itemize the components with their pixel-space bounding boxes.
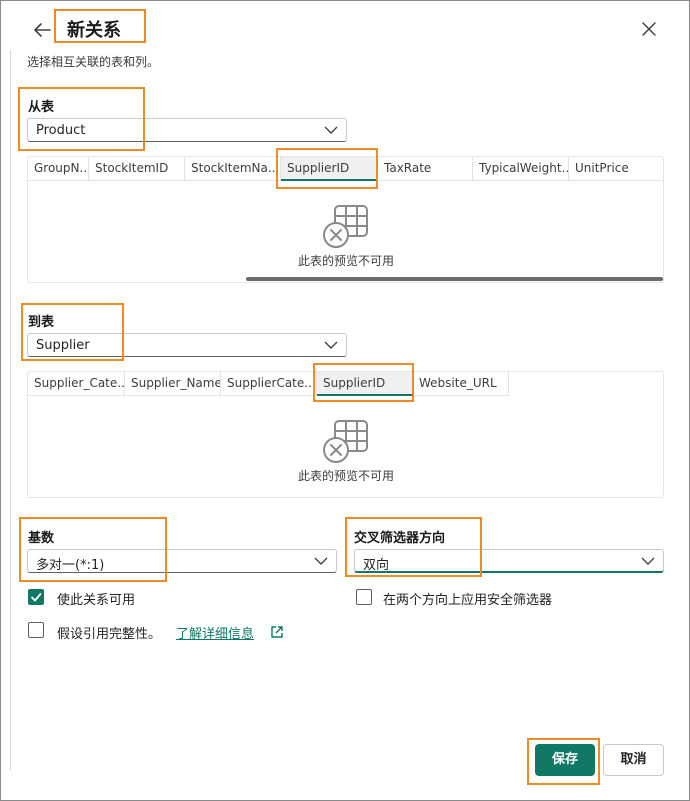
column-header[interactable]: Supplier_Name — [125, 372, 221, 396]
close-button[interactable] — [638, 18, 660, 40]
make-active-label: 使此关系可用 — [57, 593, 136, 608]
security-filter-checkbox[interactable] — [356, 589, 372, 605]
close-icon — [642, 22, 656, 36]
left-divider — [10, 50, 11, 770]
to-table-label: 到表 — [28, 315, 55, 330]
column-header[interactable]: Website_URL — [413, 372, 509, 396]
column-header[interactable]: Supplier_Cate... — [28, 372, 125, 396]
column-header[interactable]: TypicalWeight... — [473, 157, 569, 181]
back-button[interactable] — [30, 18, 54, 42]
column-header[interactable]: SupplierCate... — [221, 372, 317, 396]
column-header[interactable]: UnitPrice — [569, 157, 663, 181]
referential-integrity-checkbox[interactable] — [28, 622, 44, 638]
column-header-selected[interactable]: SupplierID — [317, 372, 413, 396]
from-table-value: Product — [36, 123, 86, 138]
from-table-label: 从表 — [28, 100, 55, 115]
referential-integrity-label: 假设引用完整性。 — [57, 627, 162, 642]
cross-filter-label: 交叉筛选器方向 — [354, 531, 446, 546]
chevron-down-icon — [314, 557, 328, 565]
to-table-value: Supplier — [36, 338, 90, 353]
security-filter-label: 在两个方向上应用安全筛选器 — [383, 593, 553, 608]
save-button[interactable]: 保存 — [535, 744, 595, 776]
from-table-dropdown[interactable]: Product — [27, 118, 347, 142]
from-table-preview: GroupN... StockItemID StockItemNa... Sup… — [27, 156, 664, 283]
dialog-subtitle: 选择相互关联的表和列。 — [27, 55, 160, 69]
to-table-preview: Supplier_Cate... Supplier_Name SupplierC… — [27, 371, 664, 498]
table-unavailable-icon — [323, 420, 368, 463]
cancel-button[interactable]: 取消 — [603, 744, 664, 776]
preview-unavailable-text: 此表的预览不可用 — [298, 469, 395, 483]
cardinality-dropdown[interactable]: 多对一(*:1) — [27, 549, 337, 573]
cross-filter-dropdown[interactable]: 双向 — [354, 549, 664, 573]
arrow-left-icon — [34, 23, 51, 37]
checkmark-icon — [31, 593, 42, 602]
cardinality-value: 多对一(*:1) — [36, 558, 105, 573]
external-link-icon[interactable] — [270, 625, 284, 639]
from-column-headers: GroupN... StockItemID StockItemNa... Sup… — [28, 157, 663, 181]
column-header[interactable]: StockItemNa... — [185, 157, 281, 181]
chevron-down-icon — [324, 341, 338, 349]
column-header-selected[interactable]: SupplierID — [281, 157, 378, 181]
column-header[interactable]: TaxRate — [378, 157, 473, 181]
to-table-dropdown[interactable]: Supplier — [27, 333, 347, 357]
table-unavailable-icon — [323, 205, 368, 248]
chevron-down-icon — [641, 557, 655, 565]
learn-more-link[interactable]: 了解详细信息 — [176, 623, 254, 642]
cross-filter-value: 双向 — [363, 558, 390, 573]
horizontal-scrollbar[interactable] — [246, 277, 663, 281]
preview-unavailable-text: 此表的预览不可用 — [298, 254, 395, 268]
make-active-checkbox[interactable] — [28, 589, 44, 605]
column-header[interactable]: StockItemID — [89, 157, 185, 181]
to-column-headers: Supplier_Cate... Supplier_Name SupplierC… — [28, 372, 509, 396]
chevron-down-icon — [324, 126, 338, 134]
dialog-title: 新关系 — [67, 20, 121, 41]
column-header[interactable]: GroupN... — [28, 157, 89, 181]
cardinality-label: 基数 — [28, 531, 55, 546]
